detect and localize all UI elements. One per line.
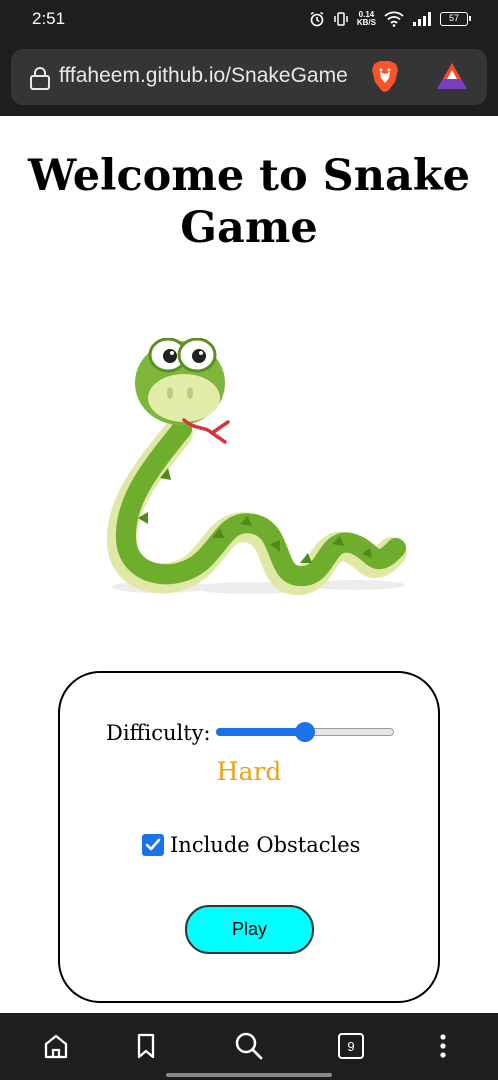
tabs-button[interactable]: 9 [336,1031,366,1061]
difficulty-value: Hard [216,757,282,786]
status-icons: 0.14 KB/S 57 [309,8,471,30]
obstacles-checkbox[interactable] [142,834,164,856]
difficulty-slider[interactable] [216,722,394,742]
bookmarks-button[interactable] [131,1031,161,1061]
status-time: 2:51 [32,9,66,28]
status-bar: 2:51 0.14 KB/S 57 [0,0,498,40]
snake-illustration [106,338,407,595]
more-icon [440,1034,446,1058]
checkmark-icon [145,838,161,851]
obstacles-option[interactable]: Include Obstacles [142,833,360,857]
more-button[interactable] [428,1031,458,1061]
url-text[interactable]: fffaheem.github.io/SnakeGame [59,64,365,88]
home-indicator[interactable] [166,1073,332,1077]
bottom-navigation: 9 [0,1013,498,1080]
battery-icon: 57 [440,12,471,26]
slider-fill [216,728,305,736]
brave-rewards-icon[interactable] [435,61,469,91]
lock-icon[interactable] [29,66,51,90]
search-icon [235,1032,263,1060]
slider-thumb[interactable] [295,722,315,742]
vibrate-icon [334,12,348,26]
alarm-icon [310,11,324,27]
obstacles-label[interactable]: Include Obstacles [170,833,360,857]
signal-icon [413,12,431,26]
home-icon [44,1034,68,1059]
page-title: Welcome to Snake Game [27,151,470,253]
network-speed: 0.14 KB/S [356,10,376,27]
bookmark-icon [137,1033,155,1059]
search-button[interactable] [234,1031,264,1061]
page-content: Welcome to Snake Game Difficulty: Hard I… [0,116,498,1013]
tabs-icon: 9 [338,1033,364,1059]
difficulty-label: Difficulty: [106,721,211,745]
brave-lion-icon[interactable] [370,60,400,94]
play-button[interactable]: Play [185,905,314,954]
browser-toolbar: fffaheem.github.io/SnakeGame [0,40,498,116]
home-button[interactable] [41,1031,71,1061]
settings-card: Difficulty: Hard Include Obstacles Play [58,671,440,1003]
wifi-icon [384,11,404,27]
address-bar[interactable]: fffaheem.github.io/SnakeGame [11,49,487,105]
